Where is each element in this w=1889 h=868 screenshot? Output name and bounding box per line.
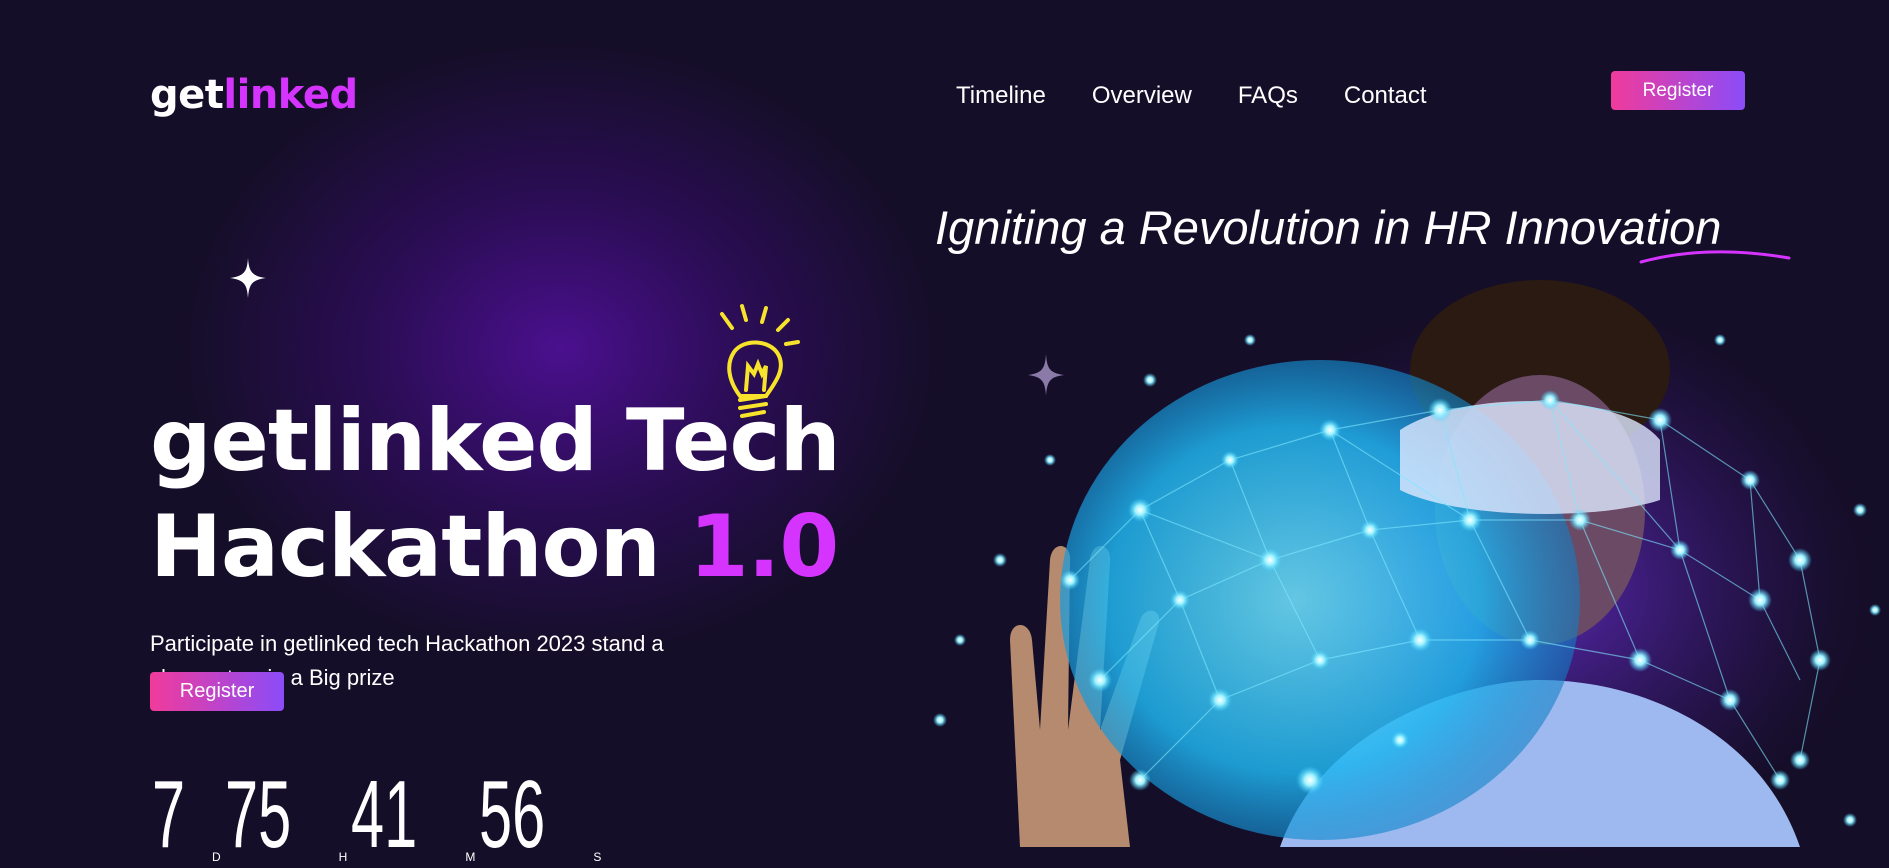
hero-tagline: Igniting a Revolution in HR Innovation — [935, 201, 1722, 254]
nav-link-timeline[interactable]: Timeline — [956, 82, 1046, 110]
hero-register-button[interactable]: Register — [150, 672, 284, 711]
hero-image — [933, 280, 1889, 847]
countdown-seconds-unit: S — [593, 850, 602, 864]
main-nav: Timeline Overview FAQs Contact — [956, 82, 1427, 110]
nav-register-button[interactable]: Register — [1611, 71, 1745, 110]
logo-text-get: get — [150, 72, 224, 118]
countdown-hours-unit: H — [338, 850, 348, 864]
nav-link-contact[interactable]: Contact — [1344, 82, 1427, 110]
countdown-days-unit: D — [212, 850, 221, 864]
hero-title-line2: Hackathon 1.0 — [150, 494, 840, 600]
brand-logo[interactable]: getlinked — [150, 72, 358, 118]
logo-text-linked: linked — [223, 72, 358, 118]
hero-title: getlinked Tech Hackathon 1.0 — [150, 388, 841, 600]
nav-link-overview[interactable]: Overview — [1092, 82, 1192, 110]
hero-title-hackathon: Hackathon — [150, 497, 661, 597]
nav-link-faqs[interactable]: FAQs — [1238, 82, 1298, 110]
hero-title-line1: getlinked Tech — [150, 391, 841, 491]
countdown-minutes-unit: M — [465, 850, 476, 864]
sparkle-icon — [230, 258, 266, 298]
hero-title-version: 1.0 — [688, 497, 839, 597]
